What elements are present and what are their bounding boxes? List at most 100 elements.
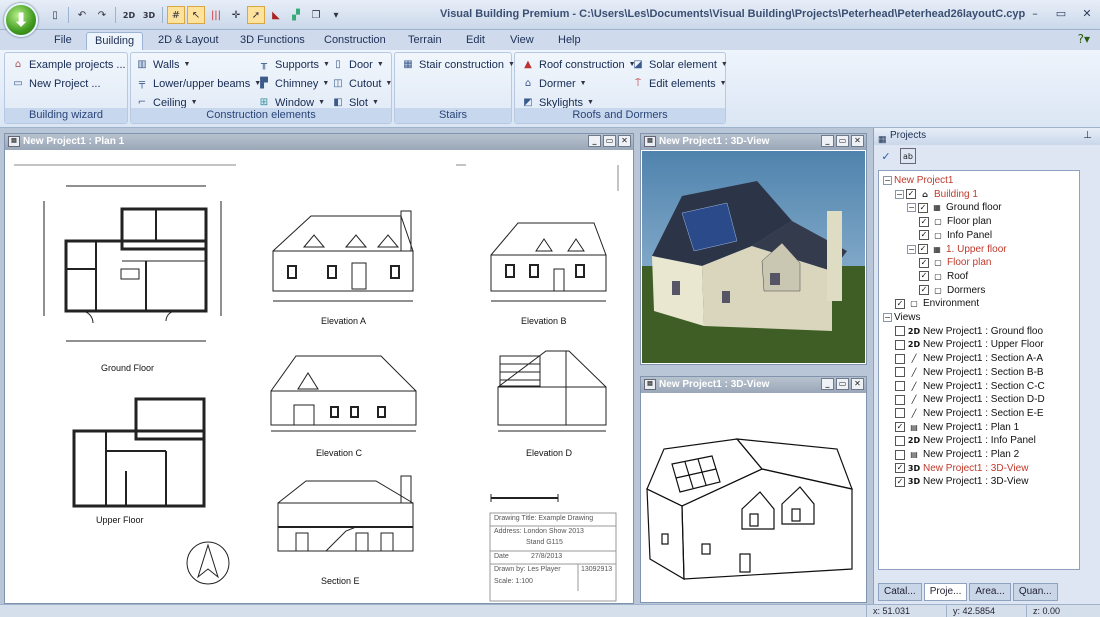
minimize-icon[interactable]: – [1026,6,1044,20]
plan-window-titlebar[interactable]: ▤ New Project1 : Plan 1 _ ▭ ✕ [5,134,633,150]
tree-item[interactable]: − ✓ ⌂ Building 1 [895,188,978,201]
minimize-icon[interactable]: _ [588,135,601,147]
tree-item[interactable]: ✓ ▢ Environment [895,297,979,310]
checkmark-icon[interactable]: ✓ [878,148,894,164]
visibility-checkbox[interactable] [895,353,905,364]
collapse-icon[interactable]: − [883,313,892,322]
cutout-button[interactable]: ◫ Cutout ▼ [331,75,392,92]
view3d-wireframe-canvas[interactable] [642,394,865,601]
visibility-checkbox[interactable]: ✓ [895,463,905,474]
tree-item[interactable]: ✓ ▢ Dormers [919,284,985,297]
view-2d-button[interactable]: 2D [120,6,138,24]
close-icon[interactable]: ✕ [851,135,864,147]
example-projects-button[interactable]: ⌂ Example projects ... [11,56,126,73]
collapse-icon[interactable]: − [907,203,916,213]
tree-item[interactable]: ✓ ▢ Roof [919,270,968,283]
tree-item[interactable]: ✓ ▢ Info Panel [919,229,992,242]
collapse-icon[interactable]: − [895,189,904,199]
pin-icon[interactable]: ⊥ [1083,128,1092,144]
view3d-rendered-canvas[interactable] [642,151,865,363]
tree-item[interactable]: − New Project1 [883,174,953,187]
bars-icon[interactable]: ||| [207,6,225,24]
tree-item[interactable]: ✓ ▢ Floor plan [919,215,991,228]
visibility-checkbox[interactable]: ✓ [895,298,905,309]
visibility-checkbox[interactable] [895,381,905,391]
tab-building[interactable]: Building [86,32,144,50]
tab-3d-functions[interactable]: 3D Functions [232,32,313,50]
collapse-icon[interactable]: − [907,244,916,254]
layers-icon[interactable]: ▞ [287,6,305,24]
view-3d-button[interactable]: 3D [140,6,158,24]
minimize-icon[interactable]: _ [821,378,834,390]
snap-cursor-icon[interactable]: ↖ [187,6,205,24]
tree-item[interactable]: − Views [883,311,921,324]
help-icon[interactable]: ?▾ [1078,32,1090,46]
view3d-top-titlebar[interactable]: ▤ New Project1 : 3D-View _ ▭ ✕ [641,134,866,150]
maximize-icon[interactable]: ▭ [603,135,616,147]
solar-element-button[interactable]: ◪ Solar element ▼ [631,56,728,73]
crosshair-icon[interactable]: ✛ [227,6,245,24]
tab-catalog[interactable]: Catal... [878,583,922,601]
walls-button[interactable]: ▥ Walls ▼ [135,56,190,73]
visibility-checkbox[interactable]: ✓ [918,244,928,254]
roof-construction-button[interactable]: ▲ Roof construction ▼ [521,56,635,73]
visibility-checkbox[interactable] [895,326,905,337]
tree-item[interactable]: ╱ New Project1 : Section C-C [895,380,1045,393]
visibility-checkbox[interactable]: ✓ [919,257,929,268]
tree-item[interactable]: ✓ ▤ New Project1 : Plan 1 [895,421,1019,434]
chimney-button[interactable]: ▛ Chimney ▼ [257,75,329,92]
maximize-icon[interactable]: ▭ [836,135,849,147]
tree-item[interactable]: − ✓ ▦ Ground floor [907,201,1002,214]
close-icon[interactable]: ✕ [1078,6,1096,20]
grid-icon[interactable]: # [167,6,185,24]
tree-item[interactable]: ✓ 3D New Project1 : 3D-View [895,475,1028,488]
visibility-checkbox[interactable] [895,339,905,350]
maximize-icon[interactable]: ▭ [836,378,849,390]
beams-button[interactable]: ╤ Lower/upper beams ▼ [135,75,261,92]
visibility-checkbox[interactable]: ✓ [919,285,929,296]
collapse-icon[interactable]: − [883,176,892,185]
tab-file[interactable]: File [46,32,80,50]
tree-item[interactable]: ✓ ▢ Floor plan [919,256,991,269]
tab-2d-layout[interactable]: 2D & Layout [150,32,227,50]
visibility-checkbox[interactable]: ✓ [919,216,929,227]
application-menu-button[interactable]: ⬇ [4,3,38,37]
visibility-checkbox[interactable]: ✓ [906,189,916,200]
tab-help[interactable]: Help [550,32,589,50]
tree-item[interactable]: 2D New Project1 : Ground floo [895,325,1043,338]
view3d-bottom-titlebar[interactable]: ▤ New Project1 : 3D-View _ ▭ ✕ [641,377,866,393]
tab-edit[interactable]: Edit [458,32,493,50]
tree-item[interactable]: ✓ 3D New Project1 : 3D-View [895,462,1028,475]
visibility-checkbox[interactable] [895,435,905,446]
select-arrow-icon[interactable]: ➚ [247,6,265,24]
undo-icon[interactable]: ↶ [73,6,91,24]
visibility-checkbox[interactable]: ✓ [895,476,905,487]
visibility-checkbox[interactable]: ✓ [919,271,929,282]
dormer-button[interactable]: ⌂ Dormer ▼ [521,75,587,92]
visibility-checkbox[interactable] [895,394,905,405]
tree-item[interactable]: − ✓ ▦ 1. Upper floor [907,243,1007,256]
rename-icon[interactable]: ab [900,148,916,164]
tree-item[interactable]: 2D New Project1 : Info Panel [895,434,1036,447]
tree-item[interactable]: ╱ New Project1 : Section B-B [895,366,1044,379]
supports-button[interactable]: ╥ Supports ▼ [257,56,330,73]
close-icon[interactable]: ✕ [618,135,631,147]
redo-icon[interactable]: ↷ [93,6,111,24]
plan-drawing-canvas[interactable]: Ground Floor Upper Floor Elevation A Ele… [6,151,632,602]
measure-icon[interactable]: ◣ [267,6,285,24]
new-project-button[interactable]: ▭ New Project ... [11,75,100,92]
new-file-icon[interactable]: ▯ [46,6,64,24]
minimize-icon[interactable]: _ [821,135,834,147]
visibility-checkbox[interactable] [895,449,905,460]
tree-item[interactable]: 2D New Project1 : Upper Floor [895,338,1044,351]
maximize-icon[interactable]: ▭ [1052,6,1070,20]
qat-dropdown-icon[interactable]: ▾ [327,6,345,24]
tree-item[interactable]: ╱ New Project1 : Section D-D [895,393,1045,406]
visibility-checkbox[interactable] [895,408,905,419]
visibility-checkbox[interactable] [895,367,905,378]
stair-construction-button[interactable]: ▦ Stair construction ▼ [401,56,515,73]
tab-construction[interactable]: Construction [316,32,394,50]
tab-area[interactable]: Area... [969,583,1011,601]
tree-item[interactable]: ▤ New Project1 : Plan 2 [895,448,1019,461]
visibility-checkbox[interactable]: ✓ [918,202,928,213]
